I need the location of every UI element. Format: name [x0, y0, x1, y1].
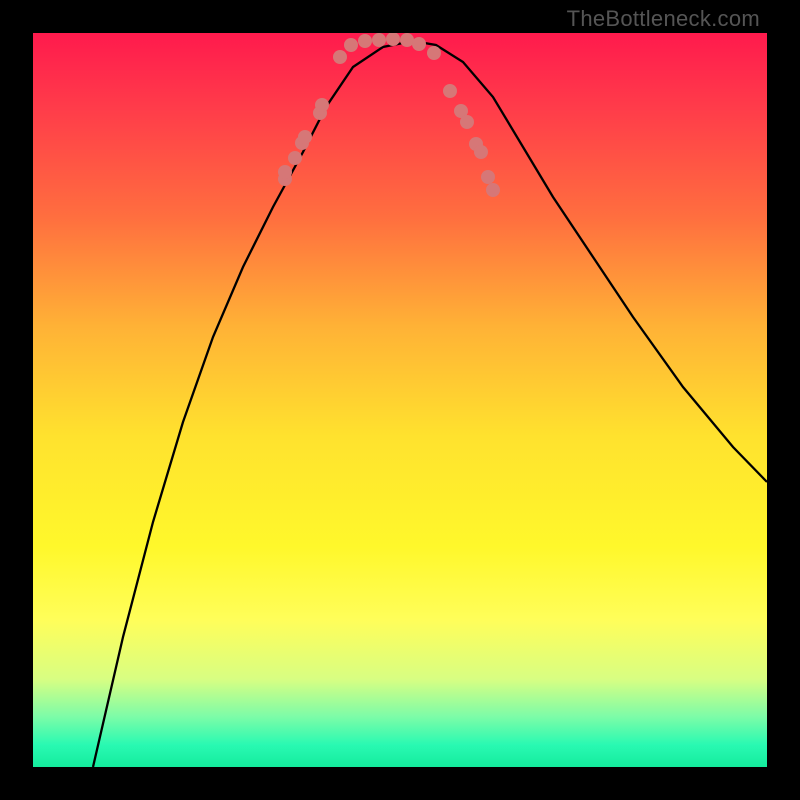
marker-dot: [486, 183, 500, 197]
watermark-text: TheBottleneck.com: [567, 6, 760, 32]
curve-path: [93, 41, 767, 767]
marker-dot: [427, 46, 441, 60]
marker-dot: [460, 115, 474, 129]
bottleneck-curve-svg: [33, 33, 767, 767]
marker-dot: [298, 130, 312, 144]
chart-container: TheBottleneck.com: [0, 0, 800, 800]
marker-dot: [313, 106, 327, 120]
marker-dot: [443, 84, 457, 98]
marker-dot: [344, 38, 358, 52]
marker-dot: [372, 33, 386, 47]
plot-area: [33, 33, 767, 767]
marker-dot: [474, 145, 488, 159]
marker-dot: [333, 50, 347, 64]
marker-dot: [295, 136, 309, 150]
marker-group: [278, 33, 500, 197]
marker-dot: [288, 151, 302, 165]
marker-dot: [278, 172, 292, 186]
marker-dot: [358, 34, 372, 48]
marker-dot: [469, 137, 483, 151]
marker-dot: [400, 33, 414, 47]
marker-dot: [315, 98, 329, 112]
marker-dot: [278, 165, 292, 179]
marker-dot: [481, 170, 495, 184]
marker-dot: [412, 37, 426, 51]
marker-dot: [386, 33, 400, 46]
marker-dot: [454, 104, 468, 118]
